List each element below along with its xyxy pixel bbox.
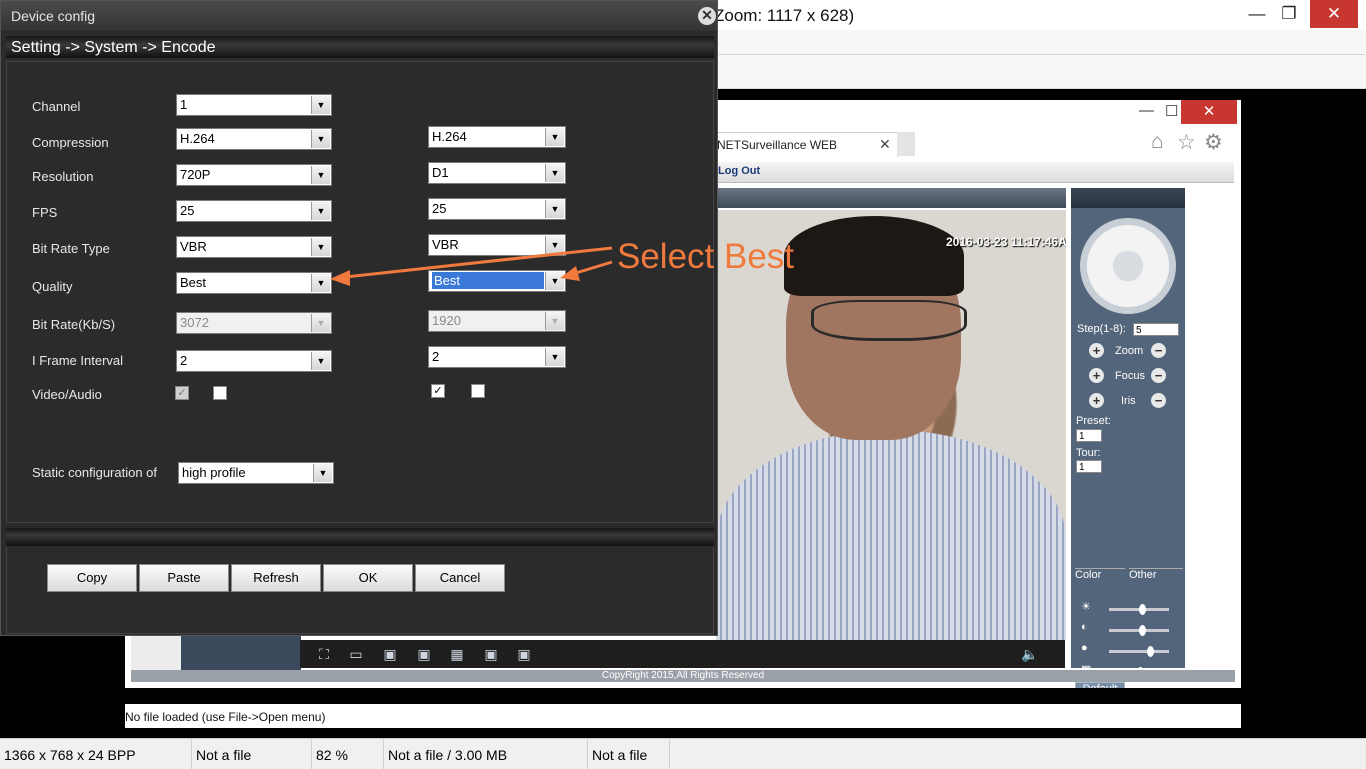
annotation-arrows bbox=[330, 246, 613, 286]
annotation-select-best: Select Best bbox=[617, 237, 795, 276]
